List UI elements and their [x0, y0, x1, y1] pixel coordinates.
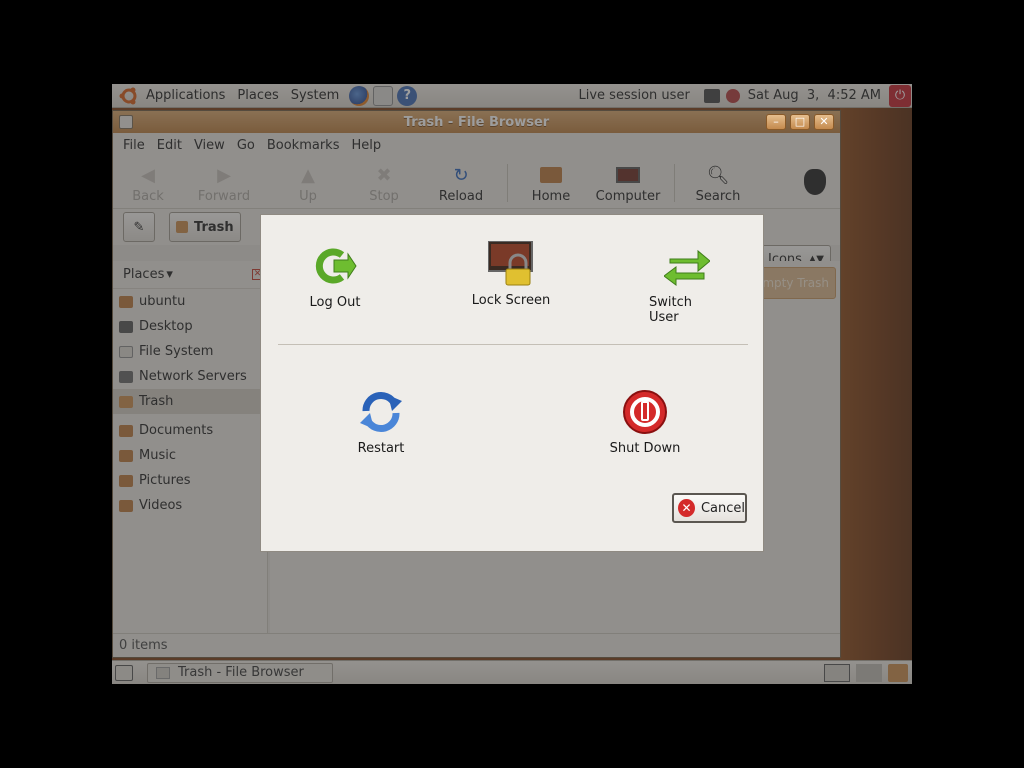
switch-user-option[interactable]: Switch User [649, 243, 725, 325]
close-button[interactable]: ✕ [814, 114, 834, 130]
shut-down-option[interactable]: Shut Down [607, 389, 683, 456]
maximize-button[interactable]: □ [790, 114, 810, 130]
switch-user-icon [663, 243, 711, 289]
logout-dialog: Log Out Lock Screen Switch User Restart … [260, 214, 764, 552]
cancel-icon: ✕ [678, 499, 695, 517]
lock-screen-icon [487, 240, 534, 287]
log-out-option[interactable]: Log Out [307, 243, 363, 310]
shut-down-icon [622, 389, 668, 435]
dialog-divider [278, 344, 748, 345]
restart-icon [358, 389, 404, 435]
log-out-icon [312, 243, 358, 289]
restart-option[interactable]: Restart [353, 389, 409, 456]
minimize-button[interactable]: – [766, 114, 786, 130]
lock-screen-option[interactable]: Lock Screen [469, 240, 553, 308]
cancel-button[interactable]: ✕ Cancel [672, 493, 747, 523]
